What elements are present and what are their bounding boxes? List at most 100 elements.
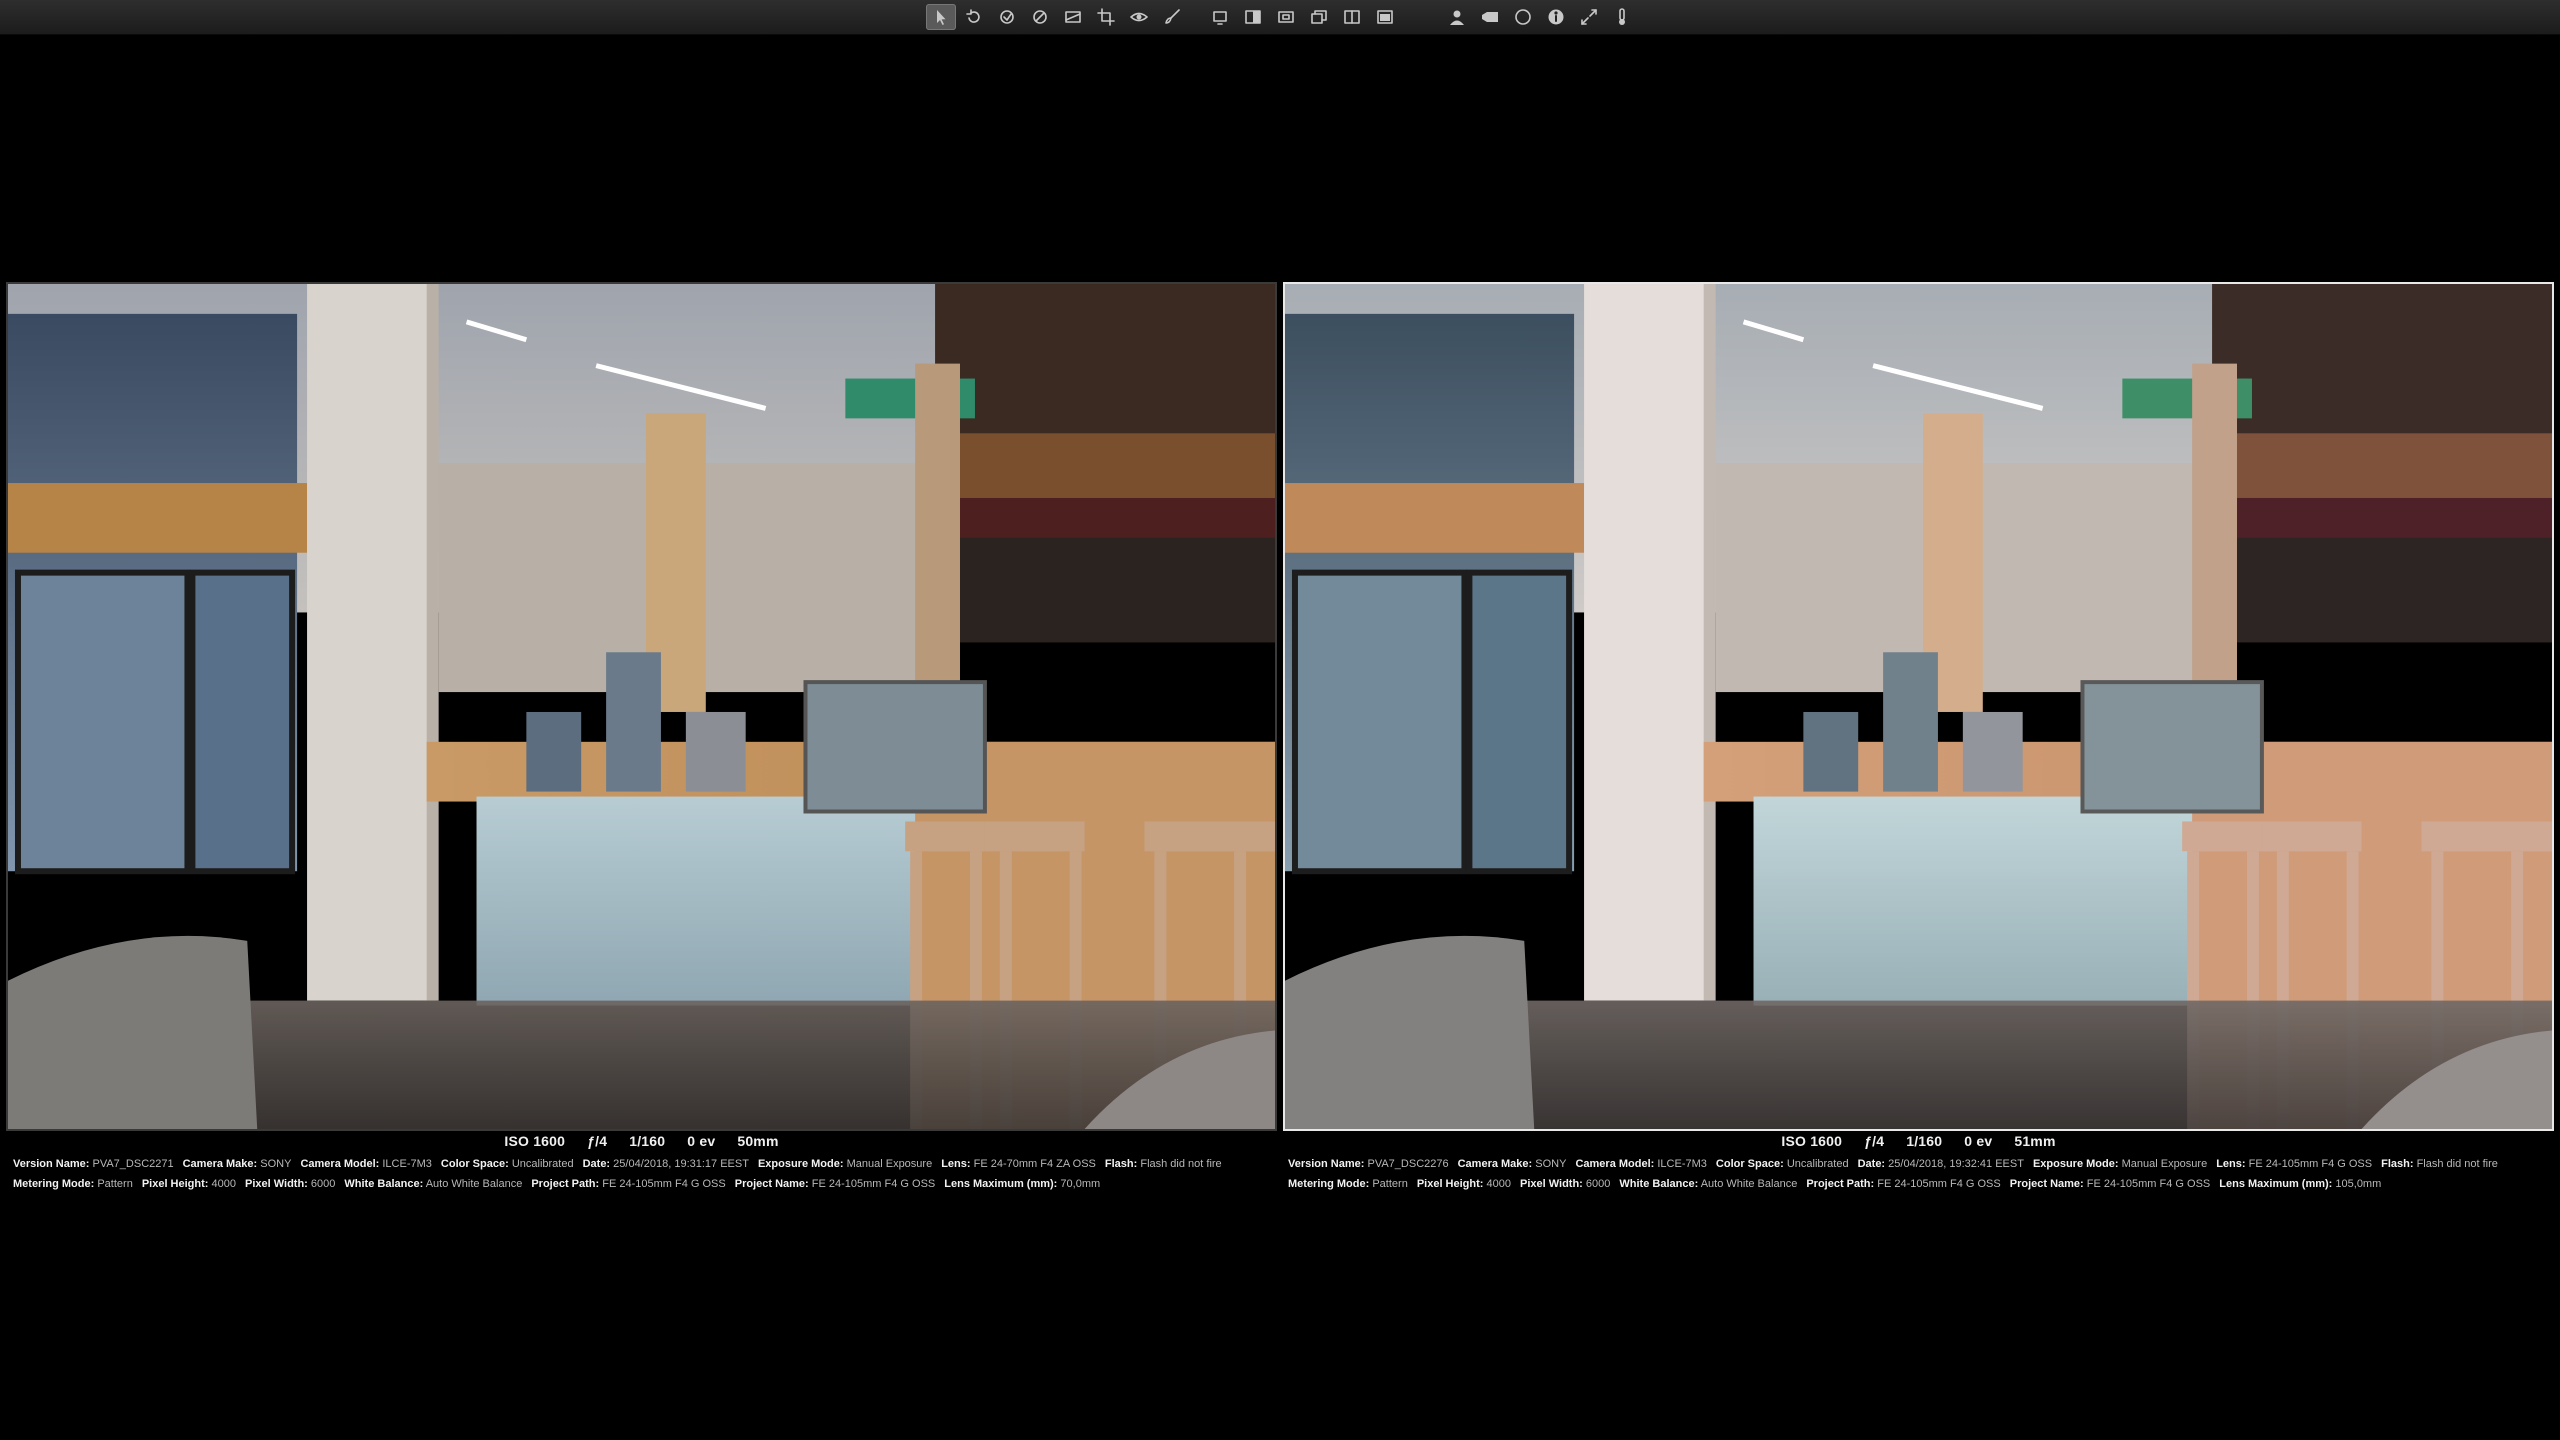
metadata-key: Project Name: — [2009, 1178, 2084, 1190]
metadata-key: Camera Make: — [1457, 1158, 1533, 1170]
metadata-item: Pixel Width: 6000 — [245, 1178, 335, 1190]
metadata-key: Metering Mode: — [1288, 1178, 1370, 1190]
metadata-item: Project Name: FE 24-105mm F4 G OSS — [2010, 1178, 2211, 1190]
metadata-value: 25/04/2018, 19:31:17 EEST — [613, 1158, 749, 1170]
metadata-value: Flash did not fire — [1140, 1158, 1222, 1170]
metadata-value: Auto White Balance — [1700, 1178, 1798, 1190]
viewer-split-button[interactable] — [1337, 4, 1367, 30]
metadata-item: Version Name: PVA7_DSC2271 — [13, 1158, 174, 1170]
loupe-icon — [1515, 9, 1531, 25]
keywords-button[interactable] — [1475, 4, 1505, 30]
exif-summary-left: ISO 1600 ƒ/4 1/160 0 ev 50mm — [6, 1133, 1277, 1149]
metadata-value: 70,0mm — [1060, 1178, 1101, 1190]
crop-icon — [1097, 8, 1115, 26]
viewer-single-button[interactable] — [1205, 4, 1235, 30]
metadata-item: Exposure Mode: Manual Exposure — [2033, 1158, 2207, 1170]
metadata-item: Lens: FE 24-105mm F4 G OSS — [2216, 1158, 2372, 1170]
lift-stamp-tool-button[interactable] — [992, 4, 1022, 30]
faces-button[interactable] — [1442, 4, 1472, 30]
exif-summary-right: ISO 1600 ƒ/4 1/160 0 ev 51mm — [1283, 1133, 2554, 1149]
rotate-tool-button[interactable] — [959, 4, 989, 30]
straighten-tool-button[interactable] — [1058, 4, 1088, 30]
photo-image — [1285, 284, 2552, 1129]
metadata-key: Lens: — [941, 1158, 971, 1170]
metadata-item: Version Name: PVA7_DSC2276 — [1288, 1158, 1449, 1170]
metadata-value: 4000 — [211, 1178, 236, 1190]
iso-value: ISO 1600 — [504, 1133, 566, 1149]
shutter-value: 1/160 — [629, 1133, 666, 1149]
metadata-key: Date: — [1857, 1158, 1886, 1170]
metadata-item: White Balance: Auto White Balance — [1619, 1178, 1797, 1190]
loupe-size-button[interactable] — [1607, 4, 1637, 30]
metadata-value: FE 24-105mm F4 G OSS — [2086, 1178, 2211, 1190]
viewer-stack-button[interactable] — [1304, 4, 1334, 30]
shutter-value: 1/160 — [1906, 1133, 1943, 1149]
metadata-key: Lens Maximum (mm): — [2219, 1178, 2333, 1190]
tag-icon — [1482, 12, 1498, 22]
viewer-full-icon — [1377, 10, 1393, 24]
metadata-value: SONY — [1535, 1158, 1567, 1170]
metadata-key: Project Path: — [1806, 1178, 1875, 1190]
metadata-item: Color Space: Uncalibrated — [441, 1158, 574, 1170]
lift-adjust-tool-button[interactable] — [1025, 4, 1055, 30]
metadata-item: Date: 25/04/2018, 19:31:17 EEST — [583, 1158, 749, 1170]
exposure-bias-value: 0 ev — [1964, 1133, 1993, 1149]
metadata-value: 6000 — [1585, 1178, 1611, 1190]
loupe-button[interactable] — [1508, 4, 1538, 30]
photo-pane-left[interactable] — [6, 282, 1277, 1131]
metadata-key: Flash: — [1104, 1158, 1138, 1170]
aperture-value: ƒ/4 — [587, 1133, 608, 1149]
metadata-item: Project Path: FE 24-105mm F4 G OSS — [1806, 1178, 2000, 1190]
viewer-stack-icon — [1311, 10, 1327, 24]
tool-group-viewer — [1205, 3, 1403, 31]
lift-adjust-icon — [1033, 10, 1047, 24]
metadata-key: Version Name: — [13, 1158, 90, 1170]
metadata-value: ILCE-7M3 — [382, 1158, 432, 1170]
metadata-key: Lens Maximum (mm): — [944, 1178, 1058, 1190]
metadata-key: Version Name: — [1288, 1158, 1365, 1170]
metadata-value: 25/04/2018, 19:32:41 EEST — [1888, 1158, 2024, 1170]
metadata-key: Color Space: — [440, 1158, 509, 1170]
metadata-value: FE 24-105mm F4 G OSS — [811, 1178, 936, 1190]
info-button[interactable] — [1541, 4, 1571, 30]
metadata-key: Pixel Width: — [244, 1178, 308, 1190]
metadata-value: 6000 — [310, 1178, 336, 1190]
metadata-row-2-left: Metering Mode: Pattern Pixel Height: 4000… — [13, 1174, 1284, 1194]
viewer-compare-button[interactable] — [1238, 4, 1268, 30]
metadata-value: 105,0mm — [2335, 1178, 2382, 1190]
viewer-full-button[interactable] — [1370, 4, 1400, 30]
fullscreen-button[interactable] — [1574, 4, 1604, 30]
metadata-value: Uncalibrated — [511, 1158, 574, 1170]
photo-pane-right[interactable] — [1283, 282, 2554, 1131]
lift-stamp-icon — [1000, 10, 1014, 24]
metadata-item: White Balance: Auto White Balance — [344, 1178, 522, 1190]
metadata-key: Pixel Height: — [1416, 1178, 1484, 1190]
metadata-value: 4000 — [1486, 1178, 1511, 1190]
metadata-key: Project Name: — [734, 1178, 809, 1190]
focal-length-value: 51mm — [2014, 1133, 2056, 1149]
redeye-tool-button[interactable] — [1124, 4, 1154, 30]
toolbar — [0, 0, 2560, 35]
metadata-value: FE 24-105mm F4 G OSS — [1877, 1178, 2001, 1190]
brush-tool-button[interactable] — [1157, 4, 1187, 30]
metadata-item: Lens Maximum (mm): 70,0mm — [944, 1178, 1100, 1190]
metadata-item: Camera Model: ILCE-7M3 — [300, 1158, 431, 1170]
focal-length-value: 50mm — [737, 1133, 779, 1149]
straighten-icon — [1065, 11, 1081, 23]
metadata-value: Pattern — [97, 1178, 133, 1190]
metadata-key: Date: — [582, 1158, 611, 1170]
metadata-item: Camera Make: SONY — [1458, 1158, 1567, 1170]
metadata-value: Pattern — [1372, 1178, 1408, 1190]
metadata-value: PVA7_DSC2271 — [92, 1158, 174, 1170]
viewer-split-icon — [1344, 10, 1360, 24]
metadata-item: Camera Make: SONY — [183, 1158, 292, 1170]
crop-tool-button[interactable] — [1091, 4, 1121, 30]
metadata-key: Exposure Mode: — [757, 1158, 844, 1170]
metadata-value: Uncalibrated — [1786, 1158, 1849, 1170]
viewer-multi-button[interactable] — [1271, 4, 1301, 30]
viewer-compare-icon — [1245, 10, 1261, 24]
pointer-tool-button[interactable] — [926, 4, 956, 30]
metadata-key: Camera Model: — [300, 1158, 380, 1170]
viewer-multi-icon — [1278, 11, 1294, 23]
viewer-single-icon — [1213, 11, 1227, 25]
